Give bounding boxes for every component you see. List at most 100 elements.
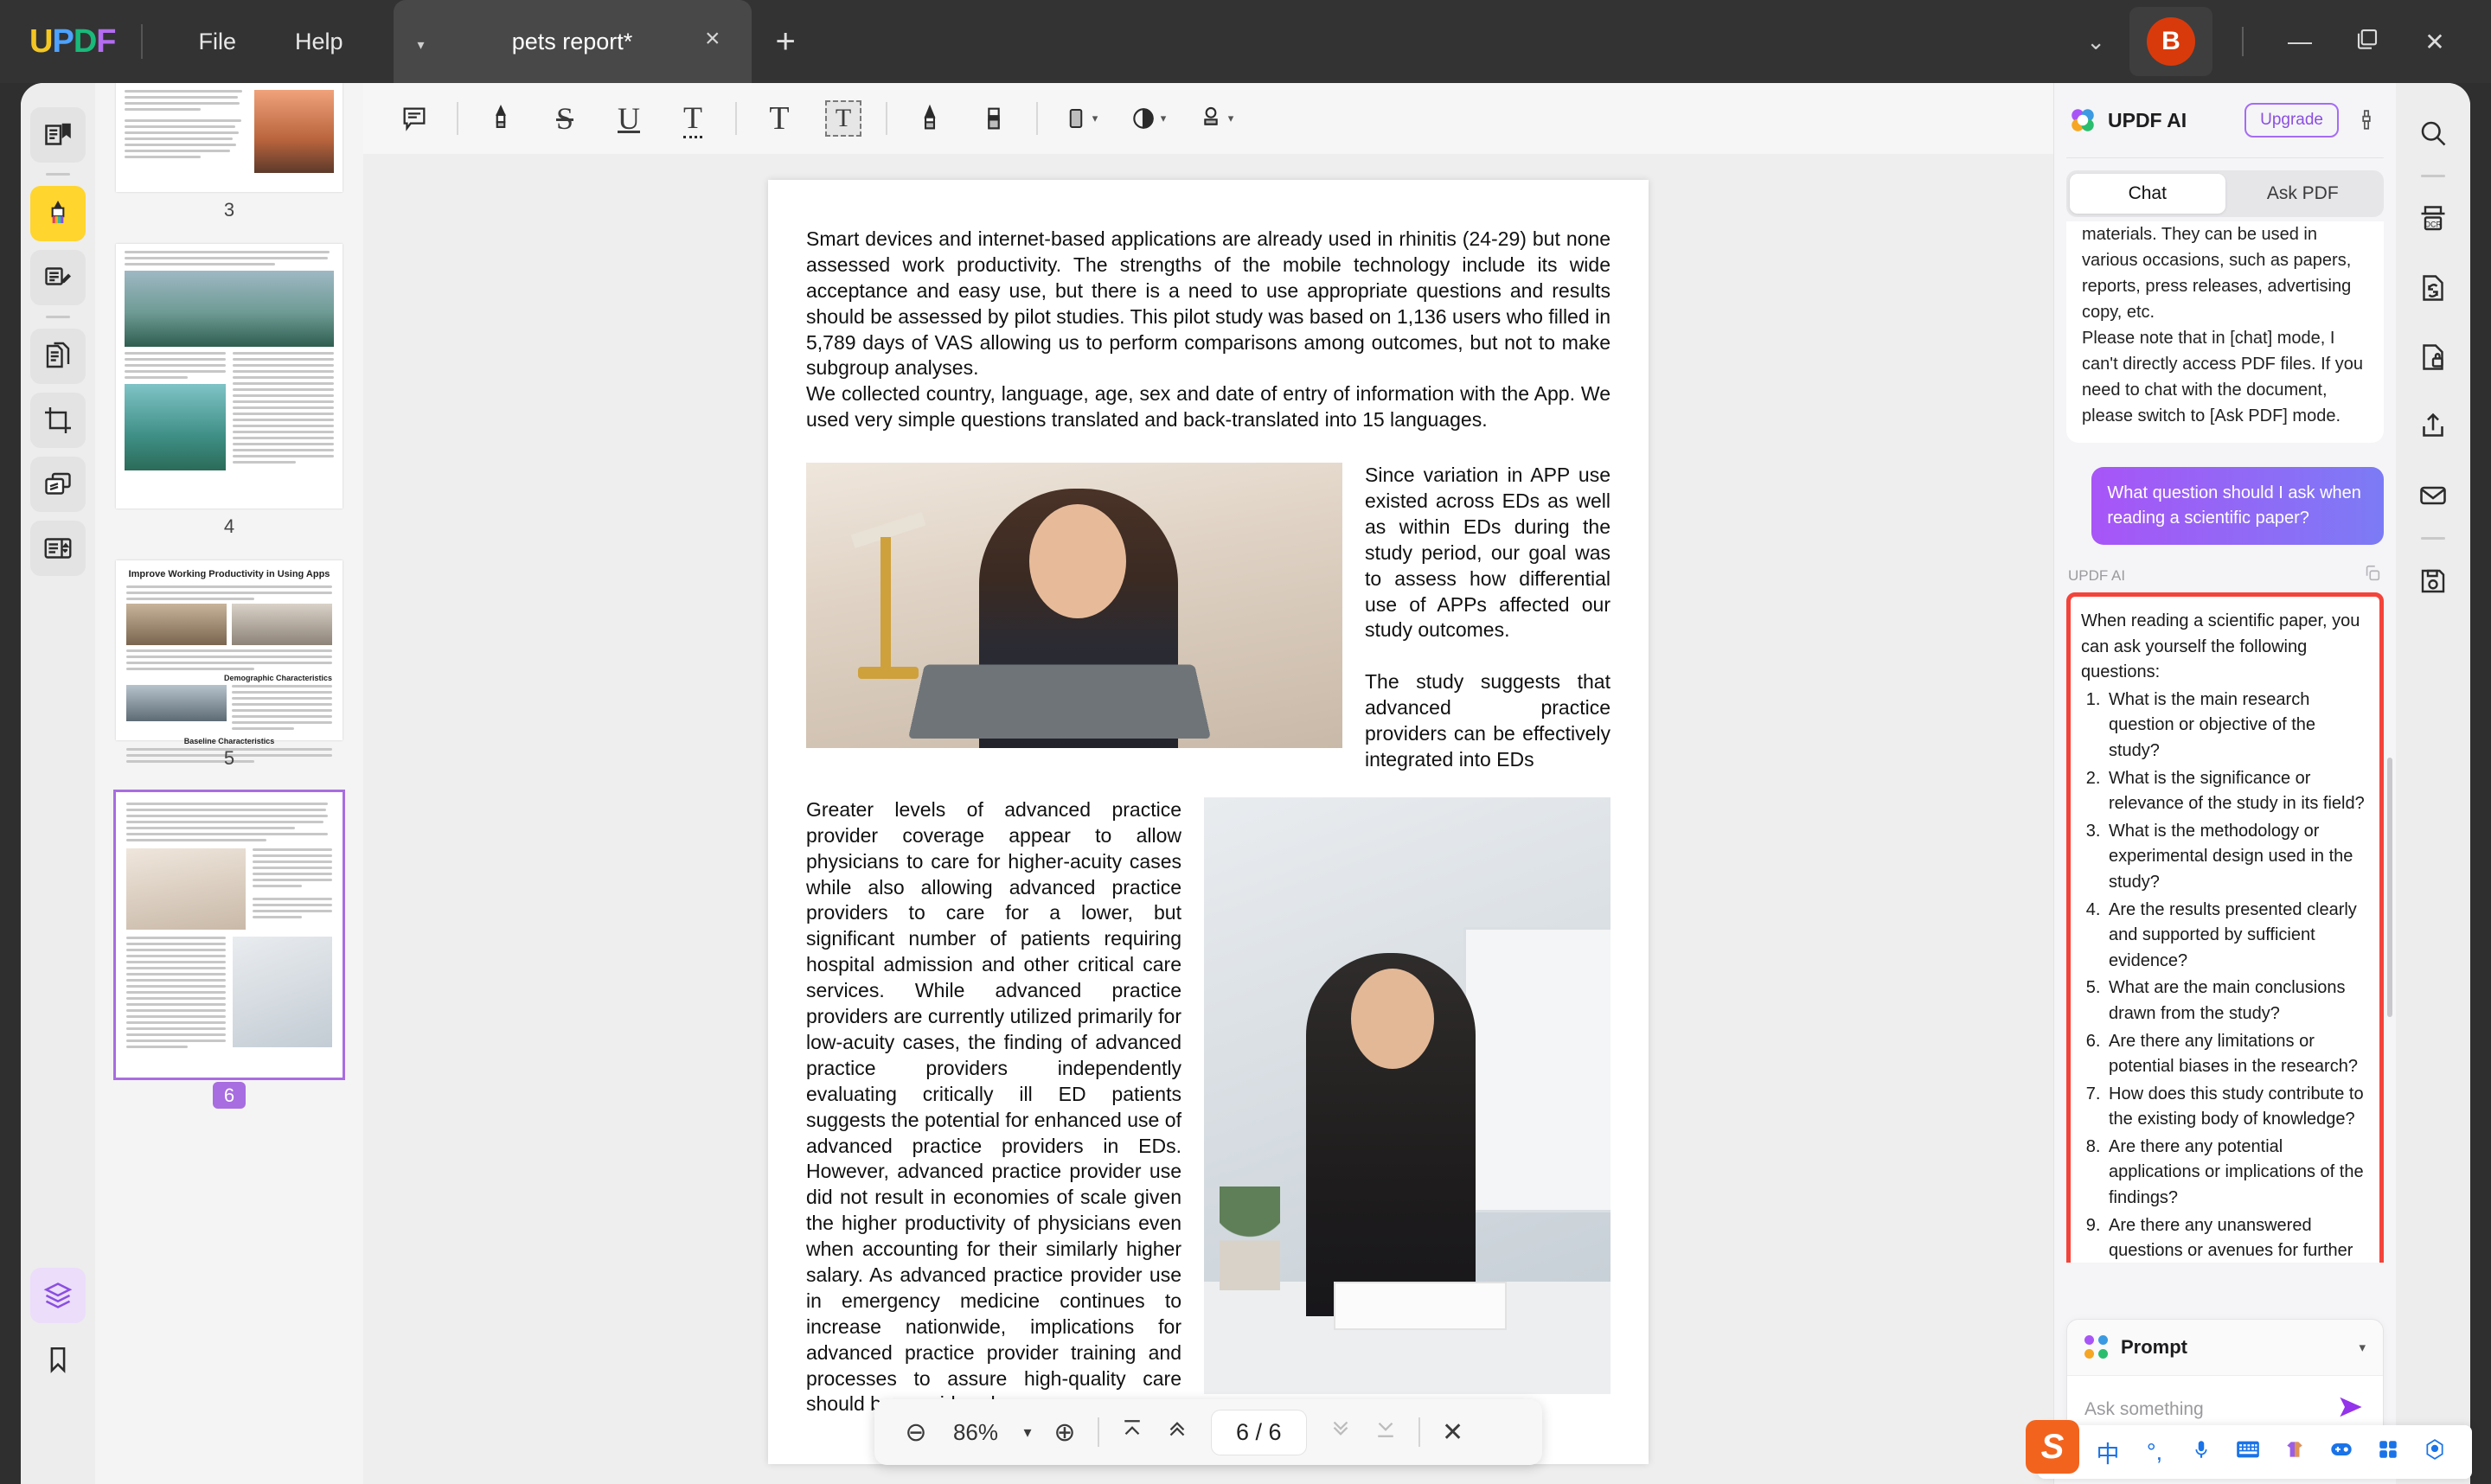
- next-page-button[interactable]: [1318, 1416, 1363, 1449]
- ocr-icon[interactable]: OCR: [2405, 191, 2461, 246]
- answer-intro-text: When reading a scientific paper, you can…: [2081, 609, 2369, 686]
- ai-mode-tabs: Chat Ask PDF: [2066, 170, 2384, 217]
- shape-rectangle-icon[interactable]: ▾: [1048, 93, 1112, 144]
- tab-dropdown-caret-icon[interactable]: ▾: [418, 36, 425, 54]
- page-indicator[interactable]: 6 / 6: [1212, 1410, 1306, 1455]
- form-icon[interactable]: [30, 521, 86, 576]
- apps-grid-icon[interactable]: [2365, 1438, 2411, 1467]
- page-scroll-area[interactable]: Smart devices and internet-based applica…: [363, 154, 2053, 1484]
- tab-close-icon[interactable]: ×: [705, 26, 720, 52]
- share-icon[interactable]: [2405, 399, 2461, 454]
- strikethrough-icon[interactable]: S: [533, 93, 597, 144]
- settings-orb-icon[interactable]: [2411, 1438, 2458, 1467]
- upgrade-button[interactable]: Upgrade: [2244, 103, 2339, 138]
- ai-chat-thread[interactable]: materials. They can be used in various o…: [2054, 221, 2396, 1263]
- document-row-image-text: Since variation in APP use existed acros…: [806, 463, 1611, 773]
- eraser-icon[interactable]: [962, 93, 1026, 144]
- titlebar-divider: [141, 24, 143, 59]
- close-button[interactable]: ✕: [2401, 28, 2469, 56]
- tab-title: pets report*: [512, 29, 633, 55]
- tab-chat[interactable]: Chat: [2070, 174, 2225, 214]
- keyboard-icon[interactable]: [2225, 1439, 2271, 1466]
- chevron-down-icon[interactable]: ▾: [2359, 1340, 2366, 1355]
- text-callout-icon[interactable]: T: [811, 93, 875, 144]
- zoom-out-button[interactable]: ⊖: [893, 1417, 938, 1448]
- prompt-header[interactable]: Prompt ▾: [2067, 1320, 2383, 1375]
- zoom-dropdown-caret-icon[interactable]: ▾: [1013, 1423, 1042, 1442]
- send-icon[interactable]: [2336, 1395, 2366, 1424]
- chinese-input-icon[interactable]: 中: [2084, 1436, 2131, 1469]
- edit-pdf-icon[interactable]: [30, 250, 86, 305]
- save-icon[interactable]: [2405, 553, 2461, 609]
- brush-icon[interactable]: [2351, 107, 2382, 133]
- squiggly-underline-icon[interactable]: T: [661, 93, 725, 144]
- sogou-logo-icon[interactable]: S: [2026, 1420, 2079, 1474]
- maximize-button[interactable]: [2334, 26, 2401, 58]
- chevron-down-icon[interactable]: ▾: [1228, 112, 1234, 125]
- ask-something-input[interactable]: Ask something: [2084, 1399, 2204, 1420]
- thumbnail-page-5[interactable]: Improve Working Productivity in Using Ap…: [116, 560, 343, 740]
- bookmark-icon[interactable]: [30, 1332, 86, 1387]
- account-button[interactable]: B: [2129, 7, 2212, 76]
- window-controls-divider: [2242, 27, 2244, 56]
- highlighter-icon[interactable]: [469, 93, 533, 144]
- list-item: What is the methodology or experimental …: [2105, 819, 2369, 896]
- last-page-button[interactable]: [1363, 1416, 1408, 1449]
- pencil-icon[interactable]: [898, 93, 962, 144]
- toolbox-icon[interactable]: [2318, 1439, 2365, 1466]
- document-viewer: S U T T T: [363, 83, 2053, 1484]
- organize-pages-icon[interactable]: [30, 329, 86, 384]
- chat-scrollbar[interactable]: [2387, 758, 2392, 1017]
- copy-icon[interactable]: [2363, 564, 2382, 587]
- prompt-dots-icon: [2084, 1335, 2109, 1359]
- document-tab[interactable]: ▾ pets report* ×: [394, 0, 752, 83]
- thumbnail-page-3[interactable]: [116, 83, 343, 192]
- layers-icon[interactable]: [30, 1268, 86, 1323]
- menu-file[interactable]: File: [169, 20, 266, 64]
- page-navigation-bar: ⊖ 86% ▾ ⊕ 6 / 6: [874, 1399, 1542, 1465]
- previous-page-button[interactable]: [1155, 1416, 1200, 1449]
- tab-ask-pdf[interactable]: Ask PDF: [2225, 174, 2381, 214]
- text-box-icon[interactable]: T: [747, 93, 811, 144]
- highlight-tool-icon[interactable]: [30, 186, 86, 241]
- zoom-in-button[interactable]: ⊕: [1042, 1417, 1087, 1448]
- batch-icon[interactable]: [30, 457, 86, 512]
- chevron-down-icon[interactable]: ▾: [1161, 112, 1167, 125]
- thumbnail-subtitle-1: Demographic Characteristics: [126, 674, 332, 682]
- underline-icon[interactable]: U: [597, 93, 661, 144]
- prompt-label: Prompt: [2121, 1336, 2187, 1359]
- skin-theme-icon[interactable]: [2271, 1438, 2318, 1467]
- rail-divider-2: [46, 316, 70, 318]
- avatar: B: [2147, 17, 2195, 66]
- document-row-text-image: Greater levels of advanced practice prov…: [806, 797, 1611, 1417]
- menu-help[interactable]: Help: [266, 20, 373, 64]
- crop-page-icon[interactable]: [30, 393, 86, 448]
- reader-mode-icon[interactable]: [30, 107, 86, 163]
- chevron-down-icon[interactable]: ▾: [1092, 112, 1098, 125]
- microphone-icon[interactable]: [2178, 1438, 2225, 1467]
- new-tab-button[interactable]: +: [776, 22, 796, 61]
- title-bar: U P D F File Help ▾ pets report* × + ⌄ B…: [0, 0, 2491, 83]
- punctuation-icon[interactable]: °,: [2131, 1439, 2178, 1466]
- chevron-down-icon[interactable]: ⌄: [2067, 16, 2124, 67]
- right-tool-rail: OCR: [2396, 83, 2470, 1484]
- stamp-shape-icon[interactable]: ▾: [1116, 93, 1180, 144]
- convert-pdf-icon[interactable]: [2405, 260, 2461, 316]
- page-thumbnails-panel[interactable]: 3: [95, 83, 363, 1484]
- close-pagebar-button[interactable]: ✕: [1431, 1417, 1476, 1448]
- search-icon[interactable]: [2405, 106, 2461, 161]
- right-rail-divider-1: [2421, 175, 2445, 177]
- email-icon[interactable]: [2405, 468, 2461, 523]
- minimize-button[interactable]: —: [2266, 28, 2334, 55]
- workspace-shell: 3: [21, 83, 2470, 1484]
- thumbnail-page-4[interactable]: [116, 244, 343, 509]
- updf-logo: U P D F: [29, 23, 115, 61]
- note-comment-icon[interactable]: [382, 93, 446, 144]
- thumbnail-title: Improve Working Productivity in Using Ap…: [126, 569, 332, 580]
- logo-letter-f: F: [96, 23, 115, 61]
- rail-divider-1: [46, 173, 70, 176]
- protect-pdf-icon[interactable]: [2405, 329, 2461, 385]
- signature-icon[interactable]: ▾: [1183, 93, 1247, 144]
- first-page-button[interactable]: [1110, 1416, 1155, 1449]
- thumbnail-page-6[interactable]: [116, 792, 343, 1078]
